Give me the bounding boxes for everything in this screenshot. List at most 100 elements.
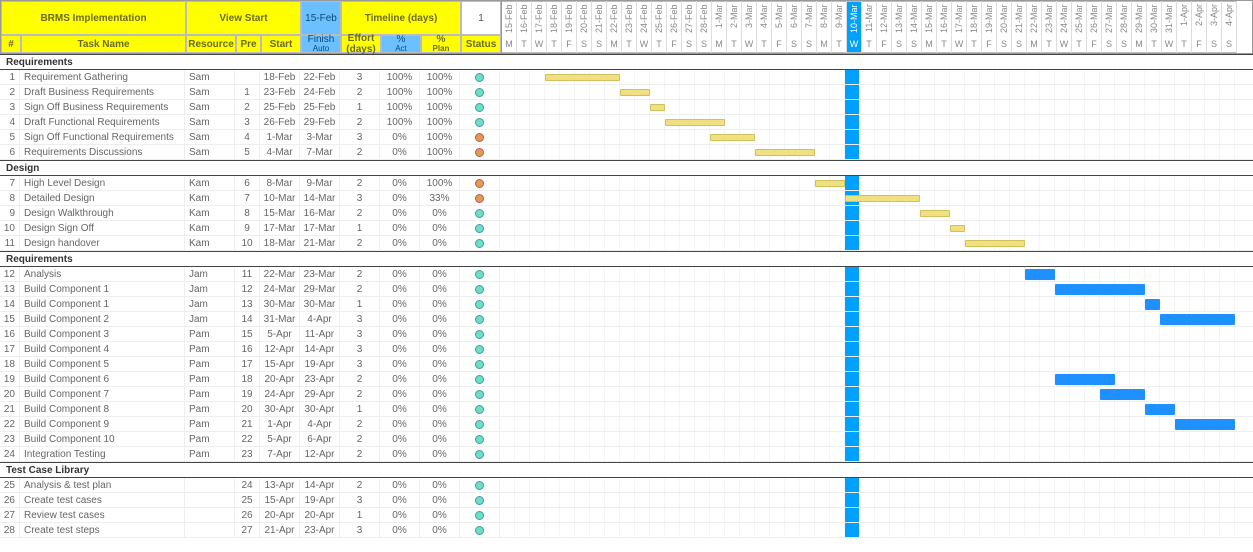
cell-resource[interactable]: Kam [185, 236, 235, 250]
cell-pre[interactable]: 7 [235, 191, 260, 205]
cell-start[interactable]: 15-Mar [260, 206, 300, 220]
col-finish[interactable]: Finish Auto [301, 35, 341, 53]
date-col[interactable]: 1-MarM [712, 1, 727, 53]
gantt-bar[interactable] [1055, 284, 1145, 295]
cell-effort[interactable]: 3 [340, 327, 380, 341]
gantt-bar[interactable] [620, 89, 650, 96]
cell-resource[interactable]: Pam [185, 447, 235, 461]
date-col[interactable]: 23-FebT [622, 1, 637, 53]
date-col[interactable]: 4-AprS [1222, 1, 1237, 53]
gantt-bar[interactable] [545, 74, 620, 81]
cell-start[interactable]: 17-Mar [260, 221, 300, 235]
cell-task[interactable]: Analysis & test plan [20, 478, 185, 492]
col-pct-act[interactable]: % Act [381, 35, 421, 53]
task-row[interactable]: 4Draft Functional RequirementsSam326-Feb… [0, 115, 1253, 130]
date-col[interactable]: 9-MarT [832, 1, 847, 53]
cell-num[interactable]: 21 [0, 402, 20, 416]
cell-start[interactable]: 1-Mar [260, 130, 300, 144]
date-col[interactable]: 27-FebS [682, 1, 697, 53]
cell-resource[interactable] [185, 478, 235, 492]
cell-finish[interactable]: 29-Feb [300, 115, 340, 129]
date-col[interactable]: 17-FebW [532, 1, 547, 53]
cell-resource[interactable]: Sam [185, 115, 235, 129]
date-col[interactable]: 12-MarF [877, 1, 892, 53]
cell-pct-plan[interactable]: 0% [420, 206, 460, 220]
col-start[interactable]: Start [261, 35, 301, 53]
date-col[interactable]: 11-MarT [862, 1, 877, 53]
cell-resource[interactable]: Sam [185, 100, 235, 114]
col-task[interactable]: Task Name [21, 35, 186, 53]
cell-finish[interactable]: 14-Mar [300, 191, 340, 205]
cell-task[interactable]: Create test cases [20, 493, 185, 507]
cell-pre[interactable]: 13 [235, 297, 260, 311]
cell-resource[interactable] [185, 508, 235, 522]
task-row[interactable]: 10Design Sign OffKam917-Mar17-Mar10%0% [0, 221, 1253, 236]
cell-resource[interactable]: Pam [185, 372, 235, 386]
cell-task[interactable]: Build Component 5 [20, 357, 185, 371]
cell-finish[interactable]: 30-Mar [300, 297, 340, 311]
task-row[interactable]: 16Build Component 3Pam155-Apr11-Apr30%0% [0, 327, 1253, 342]
cell-pct-plan[interactable]: 0% [420, 478, 460, 492]
cell-finish[interactable]: 24-Feb [300, 85, 340, 99]
cell-effort[interactable]: 1 [340, 402, 380, 416]
gantt-bar[interactable] [1055, 374, 1115, 385]
cell-task[interactable]: Sign Off Functional Requirements [20, 130, 185, 144]
cell-pre[interactable]: 26 [235, 508, 260, 522]
date-col[interactable]: 22-MarM [1027, 1, 1042, 53]
task-row[interactable]: 3Sign Off Business RequirementsSam225-Fe… [0, 100, 1253, 115]
cell-task[interactable]: Build Component 9 [20, 417, 185, 431]
cell-finish[interactable]: 21-Mar [300, 236, 340, 250]
date-col[interactable]: 3-MarW [742, 1, 757, 53]
cell-effort[interactable]: 2 [340, 145, 380, 159]
cell-pct-act[interactable]: 100% [380, 100, 420, 114]
cell-finish[interactable]: 17-Mar [300, 221, 340, 235]
cell-start[interactable]: 20-Apr [260, 372, 300, 386]
cell-finish[interactable]: 20-Apr [300, 508, 340, 522]
cell-resource[interactable]: Pam [185, 327, 235, 341]
cell-num[interactable]: 10 [0, 221, 20, 235]
cell-resource[interactable]: Kam [185, 221, 235, 235]
cell-pre[interactable]: 8 [235, 206, 260, 220]
date-col[interactable]: 7-MarS [802, 1, 817, 53]
cell-start[interactable]: 8-Mar [260, 176, 300, 190]
cell-pct-act[interactable]: 0% [380, 402, 420, 416]
cell-resource[interactable]: Kam [185, 176, 235, 190]
cell-start[interactable]: 31-Mar [260, 312, 300, 326]
task-row[interactable]: 27Review test cases2620-Apr20-Apr10%0% [0, 508, 1253, 523]
cell-task[interactable]: Build Component 1 [20, 282, 185, 296]
cell-num[interactable]: 17 [0, 342, 20, 356]
cell-pct-plan[interactable]: 0% [420, 493, 460, 507]
cell-effort[interactable]: 2 [340, 478, 380, 492]
cell-resource[interactable]: Sam [185, 70, 235, 84]
cell-effort[interactable]: 2 [340, 267, 380, 281]
cell-pre[interactable]: 22 [235, 432, 260, 446]
date-col[interactable]: 13-MarS [892, 1, 907, 53]
view-start-date[interactable]: 15-Feb [301, 1, 341, 35]
cell-task[interactable]: Requirement Gathering [20, 70, 185, 84]
cell-pct-act[interactable]: 0% [380, 387, 420, 401]
col-pct-plan[interactable]: % Plan [421, 35, 461, 53]
cell-start[interactable]: 13-Apr [260, 478, 300, 492]
cell-pre[interactable]: 2 [235, 100, 260, 114]
cell-pre[interactable]: 23 [235, 447, 260, 461]
cell-pct-act[interactable]: 0% [380, 297, 420, 311]
cell-effort[interactable]: 2 [340, 282, 380, 296]
cell-task[interactable]: Build Component 8 [20, 402, 185, 416]
cell-pre[interactable]: 4 [235, 130, 260, 144]
cell-pct-act[interactable]: 0% [380, 523, 420, 537]
cell-start[interactable]: 18-Feb [260, 70, 300, 84]
task-row[interactable]: 28Create test steps2721-Apr23-Apr30%0% [0, 523, 1253, 538]
cell-pct-plan[interactable]: 0% [420, 372, 460, 386]
cell-finish[interactable]: 23-Mar [300, 267, 340, 281]
cell-pct-plan[interactable]: 0% [420, 387, 460, 401]
cell-num[interactable]: 8 [0, 191, 20, 205]
cell-effort[interactable]: 1 [340, 297, 380, 311]
date-col[interactable]: 15-FebM [502, 1, 517, 53]
date-col[interactable]: 16-MarT [937, 1, 952, 53]
cell-start[interactable]: 7-Apr [260, 447, 300, 461]
cell-task[interactable]: Review test cases [20, 508, 185, 522]
cell-num[interactable]: 7 [0, 176, 20, 190]
gantt-bar[interactable] [1175, 419, 1235, 430]
cell-pre[interactable]: 21 [235, 417, 260, 431]
cell-finish[interactable]: 19-Apr [300, 493, 340, 507]
